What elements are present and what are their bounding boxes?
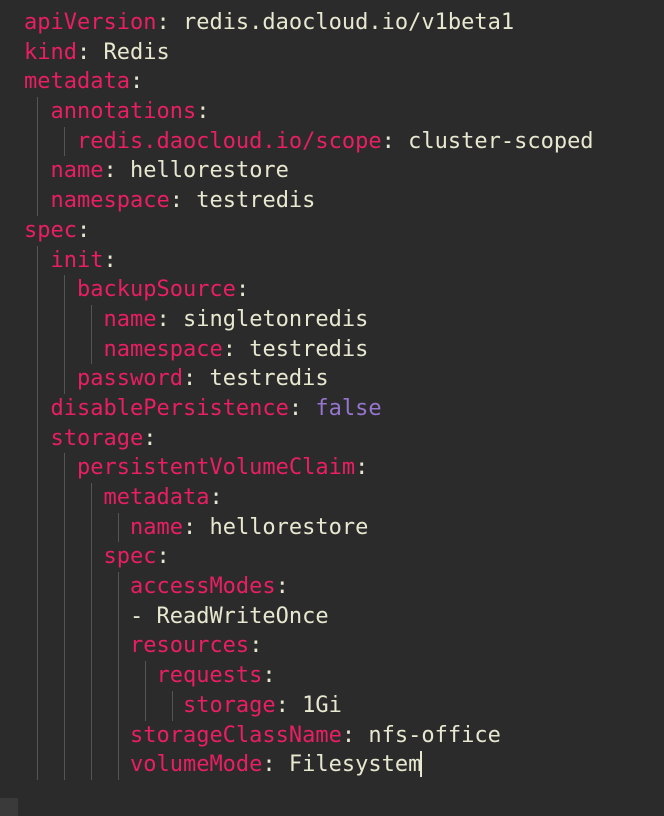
yaml-key: disablePersistence: [51, 396, 289, 421]
yaml-key: accessModes: [130, 574, 276, 599]
yaml-line: requests:: [0, 661, 664, 691]
yaml-value: hellorestore: [130, 158, 289, 183]
yaml-key: volumeMode: [130, 752, 262, 777]
yaml-line: persistentVolumeClaim:: [0, 453, 664, 483]
yaml-value: cluster-scoped: [408, 129, 593, 154]
yaml-line: namespace: testredis: [0, 335, 664, 365]
yaml-value: 1Gi: [302, 693, 342, 718]
yaml-key: requests: [156, 663, 262, 688]
yaml-value: false: [315, 396, 381, 421]
yaml-line: volumeMode: Filesystem: [0, 750, 664, 780]
yaml-key: storage: [51, 426, 144, 451]
yaml-value: - ReadWriteOnce: [130, 604, 329, 629]
code-block: apiVersion: redis.daocloud.io/v1beta1 ki…: [0, 8, 664, 780]
yaml-line: backupSource:: [0, 275, 664, 305]
yaml-key: metadata: [103, 485, 209, 510]
yaml-line: metadata:: [0, 67, 664, 97]
yaml-line: resources:: [0, 631, 664, 661]
status-bar-fragment: [0, 798, 18, 816]
yaml-key: name: [130, 515, 183, 540]
text-cursor-icon: [420, 751, 422, 777]
yaml-line: init:: [0, 246, 664, 276]
yaml-line: spec:: [0, 542, 664, 572]
yaml-value: Filesystem: [289, 752, 421, 777]
yaml-key: kind: [24, 40, 77, 65]
yaml-line: accessModes:: [0, 572, 664, 602]
yaml-value: testredis: [196, 188, 315, 213]
yaml-value: singletonredis: [183, 307, 368, 332]
yaml-line: disablePersistence: false: [0, 394, 664, 424]
yaml-key: resources: [130, 633, 249, 658]
yaml-line: - ReadWriteOnce: [0, 602, 664, 632]
yaml-key: namespace: [51, 188, 170, 213]
yaml-line: redis.daocloud.io/scope: cluster-scoped: [0, 127, 664, 157]
yaml-line: annotations:: [0, 97, 664, 127]
yaml-key: annotations: [51, 99, 197, 124]
yaml-line: storage: 1Gi: [0, 691, 664, 721]
yaml-line: password: testredis: [0, 364, 664, 394]
yaml-line: name: hellorestore: [0, 513, 664, 543]
yaml-key: init: [51, 248, 104, 273]
yaml-key: redis.daocloud.io/scope: [77, 129, 382, 154]
yaml-value: redis.daocloud.io/v1beta1: [183, 10, 514, 35]
yaml-key: backupSource: [77, 277, 236, 302]
yaml-value: testredis: [249, 337, 368, 362]
yaml-line: apiVersion: redis.daocloud.io/v1beta1: [0, 8, 664, 38]
yaml-key: name: [51, 158, 104, 183]
yaml-key: storage: [183, 693, 276, 718]
yaml-line: metadata:: [0, 483, 664, 513]
yaml-key: spec: [24, 218, 77, 243]
yaml-key: password: [77, 366, 183, 391]
yaml-line: namespace: testredis: [0, 186, 664, 216]
yaml-key: persistentVolumeClaim: [77, 455, 355, 480]
yaml-key: name: [103, 307, 156, 332]
yaml-value: testredis: [209, 366, 328, 391]
yaml-line: spec:: [0, 216, 664, 246]
yaml-value: hellorestore: [209, 515, 368, 540]
yaml-value: Redis: [103, 40, 169, 65]
yaml-value: nfs-office: [368, 723, 500, 748]
yaml-line: storage:: [0, 424, 664, 454]
yaml-key: apiVersion: [24, 10, 156, 35]
yaml-line: name: hellorestore: [0, 156, 664, 186]
yaml-line: name: singletonredis: [0, 305, 664, 335]
yaml-key: storageClassName: [130, 723, 342, 748]
yaml-key: namespace: [103, 337, 222, 362]
yaml-key: metadata: [24, 69, 130, 94]
yaml-line: kind: Redis: [0, 38, 664, 68]
yaml-line: storageClassName: nfs-office: [0, 721, 664, 751]
yaml-key: spec: [103, 544, 156, 569]
